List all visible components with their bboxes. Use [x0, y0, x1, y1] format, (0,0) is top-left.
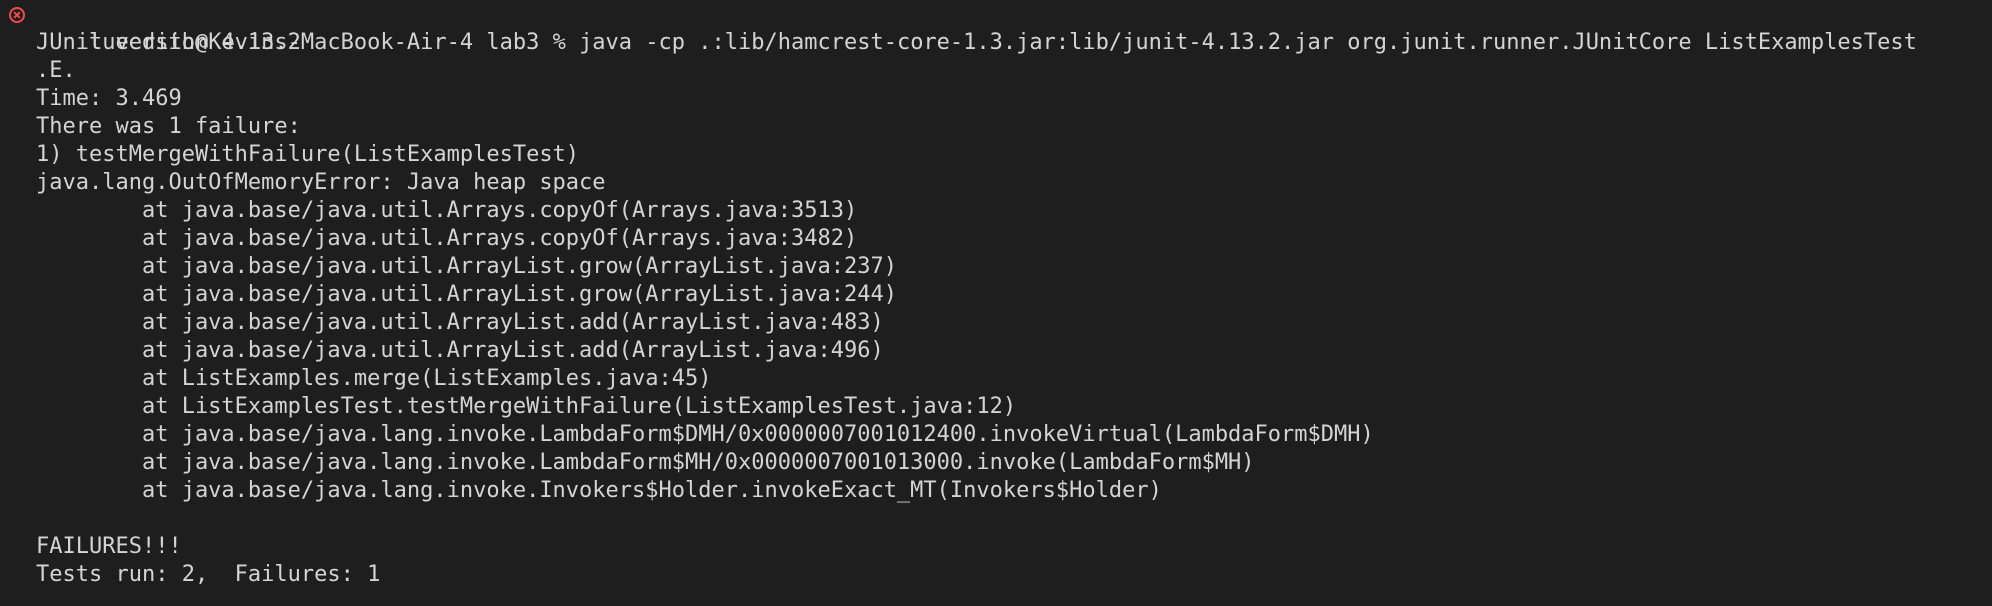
stack-trace-line: at java.base/java.util.ArrayList.grow(Ar…	[36, 282, 897, 307]
stack-trace-line: at java.base/java.util.Arrays.copyOf(Arr…	[36, 198, 858, 223]
stack-trace-line: at java.base/java.lang.invoke.LambdaForm…	[36, 422, 1374, 447]
failure-title: 1) testMergeWithFailure(ListExamplesTest…	[36, 142, 580, 167]
stack-trace-line: at java.base/java.util.ArrayList.add(Arr…	[36, 310, 884, 335]
command-line: lueedith@Kevins-MacBook-Air-4 lab3 % jav…	[0, 1, 1992, 55]
stack-trace-line: at java.base/java.lang.invoke.LambdaForm…	[36, 450, 1255, 475]
stack-trace-line: at java.base/java.util.ArrayList.add(Arr…	[36, 338, 884, 363]
stack-trace-line: at ListExamples.merge(ListExamples.java:…	[36, 366, 712, 391]
stack-trace-line: at ListExamplesTest.testMergeWithFailure…	[36, 394, 1017, 419]
tests-run-summary: Tests run: 2, Failures: 1	[36, 562, 381, 587]
failures-summary: FAILURES!!!	[36, 534, 182, 559]
execution-time: Time: 3.469	[36, 86, 182, 111]
exception-message: java.lang.OutOfMemoryError: Java heap sp…	[36, 170, 606, 195]
terminal-window[interactable]: lueedith@Kevins-MacBook-Air-4 lab3 % jav…	[0, 0, 1992, 606]
failure-header: There was 1 failure:	[36, 114, 301, 139]
stack-trace-line: at java.base/java.util.Arrays.copyOf(Arr…	[36, 226, 858, 251]
test-progress: .E.	[36, 58, 76, 83]
error-circle-icon[interactable]	[9, 7, 25, 23]
shell-prompt: lueedith@Kevins-MacBook-Air-4 lab3 %	[88, 30, 580, 55]
stack-trace-line: at java.base/java.lang.invoke.Invokers$H…	[36, 478, 1162, 503]
stack-trace-line: at java.base/java.util.ArrayList.grow(Ar…	[36, 254, 897, 279]
command-text: java -cp .:lib/hamcrest-core-1.3.jar:lib…	[579, 30, 1917, 55]
